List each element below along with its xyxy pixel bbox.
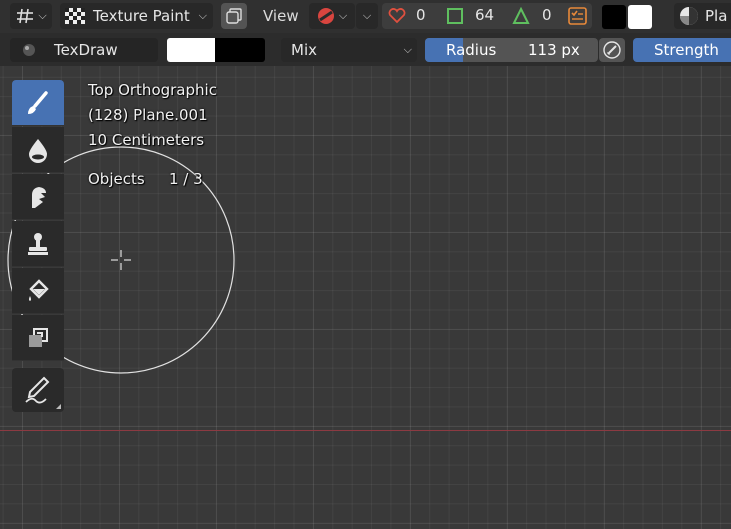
brush-primary-color[interactable] — [167, 38, 215, 62]
corner-triangle-icon — [56, 404, 61, 409]
shading-sphere-icon — [679, 6, 699, 26]
tool-smear[interactable] — [12, 174, 64, 220]
grid-scale: 10 Centimeters — [88, 131, 205, 149]
object-name: (128) Plane.001 — [88, 106, 208, 124]
pencil-annotate-icon — [22, 374, 54, 406]
tris-count: 0 — [542, 6, 552, 24]
shading-dropdown[interactable]: Pla — [674, 3, 731, 29]
strength-slider[interactable]: Strength — [633, 38, 731, 62]
brush-selector[interactable]: TexDraw — [10, 38, 158, 62]
blend-mode-label: Mix — [291, 41, 317, 59]
gizmo-icon — [317, 7, 335, 25]
tool-draw[interactable] — [12, 80, 64, 126]
mode-dropdown[interactable]: Texture Paint ⌵ — [60, 3, 213, 29]
view-menu-label: View — [263, 7, 299, 25]
brush-cursor-circle — [7, 146, 235, 374]
vertex-square-icon — [446, 7, 464, 25]
editor-type-icon — [15, 7, 35, 25]
chevron-down-icon: ⌵ — [38, 9, 47, 22]
stacked-square-icon — [226, 8, 242, 24]
objects-count: 1 / 3 — [169, 170, 203, 188]
tool-annotate[interactable] — [12, 368, 64, 412]
view-menu[interactable]: View — [263, 7, 299, 25]
triangle-icon — [512, 7, 530, 25]
brush-name: TexDraw — [54, 41, 118, 59]
checker-texture-icon — [65, 8, 85, 24]
chevron-down-icon: ⌵ — [338, 9, 348, 22]
brush-icon — [24, 89, 52, 117]
radius-value: 113 px — [528, 41, 580, 59]
verts-count: 64 — [475, 6, 495, 24]
chevron-down-icon: ⌵ — [198, 9, 207, 22]
tool-soften[interactable] — [12, 127, 64, 173]
brush-sphere-icon — [22, 43, 36, 57]
tool-settings-bar: TexDraw Mix ⌵ Radius 113 px Strength — [0, 33, 731, 66]
view-name: Top Orthographic — [88, 81, 217, 99]
stamp-icon — [25, 231, 51, 257]
viewport-header: ⌵ Texture Paint ⌵ View ⌵ ⌵ 0 64 0 Pla — [0, 0, 731, 33]
paint-bucket-icon — [25, 277, 51, 305]
viewport-gizmo-dropdown[interactable]: ⌵ — [309, 3, 355, 29]
secondary-color-swatch[interactable] — [628, 5, 652, 29]
overlay-toggle-button[interactable] — [221, 3, 247, 29]
shading-label: Pla — [705, 7, 728, 25]
radius-pressure-button[interactable] — [599, 38, 625, 62]
faces-count: 0 — [416, 6, 426, 24]
mask-layers-icon — [25, 326, 51, 350]
tool-clone[interactable] — [12, 221, 64, 267]
strength-label: Strength — [654, 41, 719, 59]
editor-type-button[interactable]: ⌵ — [10, 3, 52, 29]
drop-icon — [25, 136, 51, 164]
heart-icon — [388, 8, 406, 24]
radius-slider[interactable]: Radius 113 px — [425, 38, 598, 62]
mode-label: Texture Paint — [93, 7, 190, 25]
checklist-icon[interactable] — [568, 7, 587, 25]
primary-color-swatch[interactable] — [602, 5, 626, 29]
blend-mode-dropdown[interactable]: Mix ⌵ — [281, 38, 417, 62]
brush-secondary-color[interactable] — [215, 38, 265, 62]
chevron-down-icon: ⌵ — [362, 9, 372, 22]
finger-icon — [25, 183, 51, 211]
tool-fill[interactable] — [12, 268, 64, 314]
tool-mask[interactable] — [12, 315, 64, 361]
radius-label: Radius — [446, 41, 497, 59]
pen-pressure-icon — [603, 41, 621, 59]
gizmo-options-dropdown[interactable]: ⌵ — [356, 3, 378, 29]
objects-label: Objects — [88, 170, 145, 188]
chevron-down-icon: ⌵ — [403, 43, 412, 56]
stats-panel[interactable]: 0 64 0 — [382, 3, 592, 29]
